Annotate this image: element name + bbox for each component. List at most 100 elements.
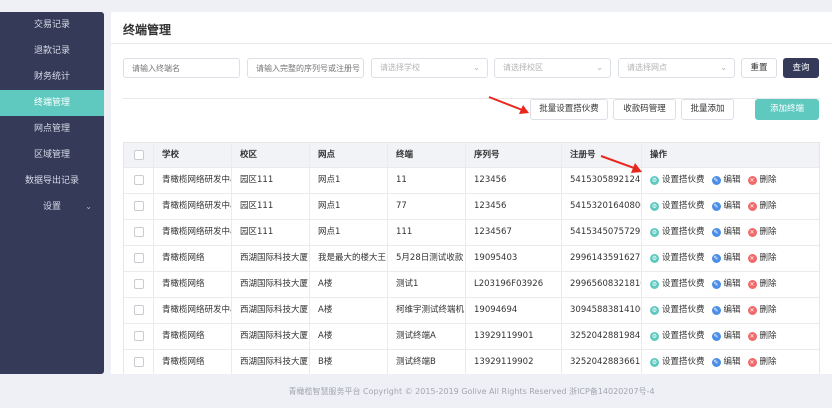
serial-number-input[interactable] [247,58,364,78]
table-row: 青橄榄网络研发中心 园区111 网点1 11 123456 54153058921241 ⚙… [124,168,819,194]
delete-icon: ✕ [747,332,757,341]
gear-icon: ⚙ [650,254,659,263]
delete-action[interactable]: ✕ 删除 [747,324,777,349]
set-fee-action[interactable]: ⚙ 设置搭伙费 [650,246,705,271]
sidebar-item-terminals[interactable]: 终端管理 [0,90,104,116]
row-checkbox[interactable] [133,304,144,315]
chevron-down-icon: ⌄ [596,63,603,72]
row-checkbox[interactable] [133,226,144,237]
row-checkbox[interactable] [133,330,144,341]
row-checkbox[interactable] [133,174,144,185]
column-header-terminal: 终端 [388,143,466,167]
cell-terminal: 77 [388,194,466,219]
table-row: 青橄榄网络 西湖国际科技大厦 A楼 测试1 L203196F03926 299656083… [124,272,819,298]
edit-action[interactable]: ✎ 编辑 [711,246,741,271]
delete-action[interactable]: ✕ 删除 [747,168,777,193]
set-fee-action[interactable]: ⚙ 设置搭伙费 [650,168,705,193]
delete-action[interactable]: ✕ 删除 [747,194,777,219]
add-terminal-button[interactable]: 添加终端 [755,99,819,120]
cell-actions: ⚙ 设置搭伙费 ✎ 编辑 ✕ 删除 [642,350,819,374]
delete-label: 删除 [759,227,777,237]
payment-code-button[interactable]: 收款码管理 [613,99,676,120]
edit-action[interactable]: ✎ 编辑 [711,272,741,297]
set-fee-action[interactable]: ⚙ 设置搭伙费 [650,324,705,349]
sidebar-item-settings[interactable]: 设置 ⌄ [0,194,104,220]
edit-action[interactable]: ✎ 编辑 [711,220,741,245]
row-checkbox[interactable] [133,356,144,367]
sidebar-item-regions[interactable]: 区域管理 [0,142,104,168]
gear-icon: ⚙ [650,306,659,315]
sidebar: 交易记录 退款记录 财务统计 终端管理 网点管理 区域管理 数据导出记录 设置 … [0,12,104,374]
row-checkbox-cell [124,194,154,219]
cell-campus: 西湖国际科技大厦 [232,324,310,349]
row-checkbox-cell [124,298,154,323]
site-select-placeholder: 请选择网点 [627,63,667,72]
batch-set-fee-button[interactable]: 批量设置搭伙费 [530,99,608,120]
delete-action[interactable]: ✕ 删除 [747,220,777,245]
cell-serial: 19094694 [466,298,562,323]
delete-action[interactable]: ✕ 删除 [747,272,777,297]
delete-label: 删除 [759,253,777,263]
delete-label: 删除 [759,357,777,367]
set-fee-action[interactable]: ⚙ 设置搭伙费 [650,220,705,245]
edit-action[interactable]: ✎ 编辑 [711,324,741,349]
cell-serial: L203196F03926 [466,272,562,297]
pencil-icon: ✎ [711,358,721,367]
batch-add-button[interactable]: 批量添加 [681,99,734,120]
chevron-down-icon: ⌄ [85,202,92,211]
table-row: 青橄榄网络 西湖国际科技大厦 A楼 测试终端A 13929119901 325204288… [124,324,819,350]
cell-registration: 54153450757292 [562,220,642,245]
pencil-icon: ✎ [711,202,721,211]
set-fee-action[interactable]: ⚙ 设置搭伙费 [650,298,705,323]
edit-action[interactable]: ✎ 编辑 [711,168,741,193]
delete-action[interactable]: ✕ 删除 [747,298,777,323]
delete-action[interactable]: ✕ 删除 [747,350,777,374]
sidebar-item-refunds[interactable]: 退款记录 [0,38,104,64]
site-select[interactable]: 请选择网点 ⌄ [618,58,735,78]
table-row: 青橄榄网络研发中心 西湖国际科技大厦 A楼 柯维宇测试终端机 19094694 30945… [124,298,819,324]
cell-terminal: 测试终端A [388,324,466,349]
query-button[interactable]: 查询 [783,58,819,78]
cell-serial: 123456 [466,194,562,219]
cell-serial: 123456 [466,168,562,193]
sidebar-item-export-records[interactable]: 数据导出记录 [0,168,104,194]
terminal-name-input[interactable] [123,58,240,78]
cell-registration: 30945883814100 [562,298,642,323]
cell-serial: 19095403 [466,246,562,271]
pencil-icon: ✎ [711,228,721,237]
campus-select[interactable]: 请选择校区 ⌄ [494,58,611,78]
sidebar-item-finance[interactable]: 财务统计 [0,64,104,90]
cell-campus: 西湖国际科技大厦 [232,272,310,297]
cell-campus: 西湖国际科技大厦 [232,298,310,323]
set-fee-action[interactable]: ⚙ 设置搭伙费 [650,272,705,297]
title-divider [111,43,832,44]
page-title: 终端管理 [123,23,172,37]
row-checkbox[interactable] [133,252,144,263]
delete-action[interactable]: ✕ 删除 [747,246,777,271]
school-select[interactable]: 请选择学校 ⌄ [371,58,488,78]
main-panel: 终端管理 请选择学校 ⌄ 请选择校区 ⌄ 请选择网点 ⌄ 重置 查询 批量设置搭… [111,12,832,374]
row-checkbox[interactable] [133,278,144,289]
cell-serial: 13929119901 [466,324,562,349]
edit-action[interactable]: ✎ 编辑 [711,298,741,323]
cell-actions: ⚙ 设置搭伙费 ✎ 编辑 ✕ 删除 [642,324,819,349]
column-header-campus: 校区 [232,143,310,167]
cell-site: A楼 [310,298,388,323]
set-fee-action[interactable]: ⚙ 设置搭伙费 [650,194,705,219]
sidebar-item-sites[interactable]: 网点管理 [0,116,104,142]
select-all-checkbox[interactable] [133,149,144,160]
cell-actions: ⚙ 设置搭伙费 ✎ 编辑 ✕ 删除 [642,298,819,323]
campus-select-placeholder: 请选择校区 [503,63,543,72]
cell-serial: 1234567 [466,220,562,245]
row-checkbox[interactable] [133,200,144,211]
cell-campus: 西湖国际科技大厦 [232,246,310,271]
sidebar-item-transactions[interactable]: 交易记录 [0,12,104,38]
gear-icon: ⚙ [650,176,659,185]
table-row: 青橄榄网络 西湖国际科技大厦 B楼 测试终端B 13929119902 325204288… [124,350,819,374]
set-fee-action[interactable]: ⚙ 设置搭伙费 [650,350,705,374]
edit-action[interactable]: ✎ 编辑 [711,350,741,374]
row-checkbox-cell [124,168,154,193]
reset-button[interactable]: 重置 [741,58,777,78]
cell-site: 我是最大的楼大王 [310,246,388,271]
edit-action[interactable]: ✎ 编辑 [711,194,741,219]
